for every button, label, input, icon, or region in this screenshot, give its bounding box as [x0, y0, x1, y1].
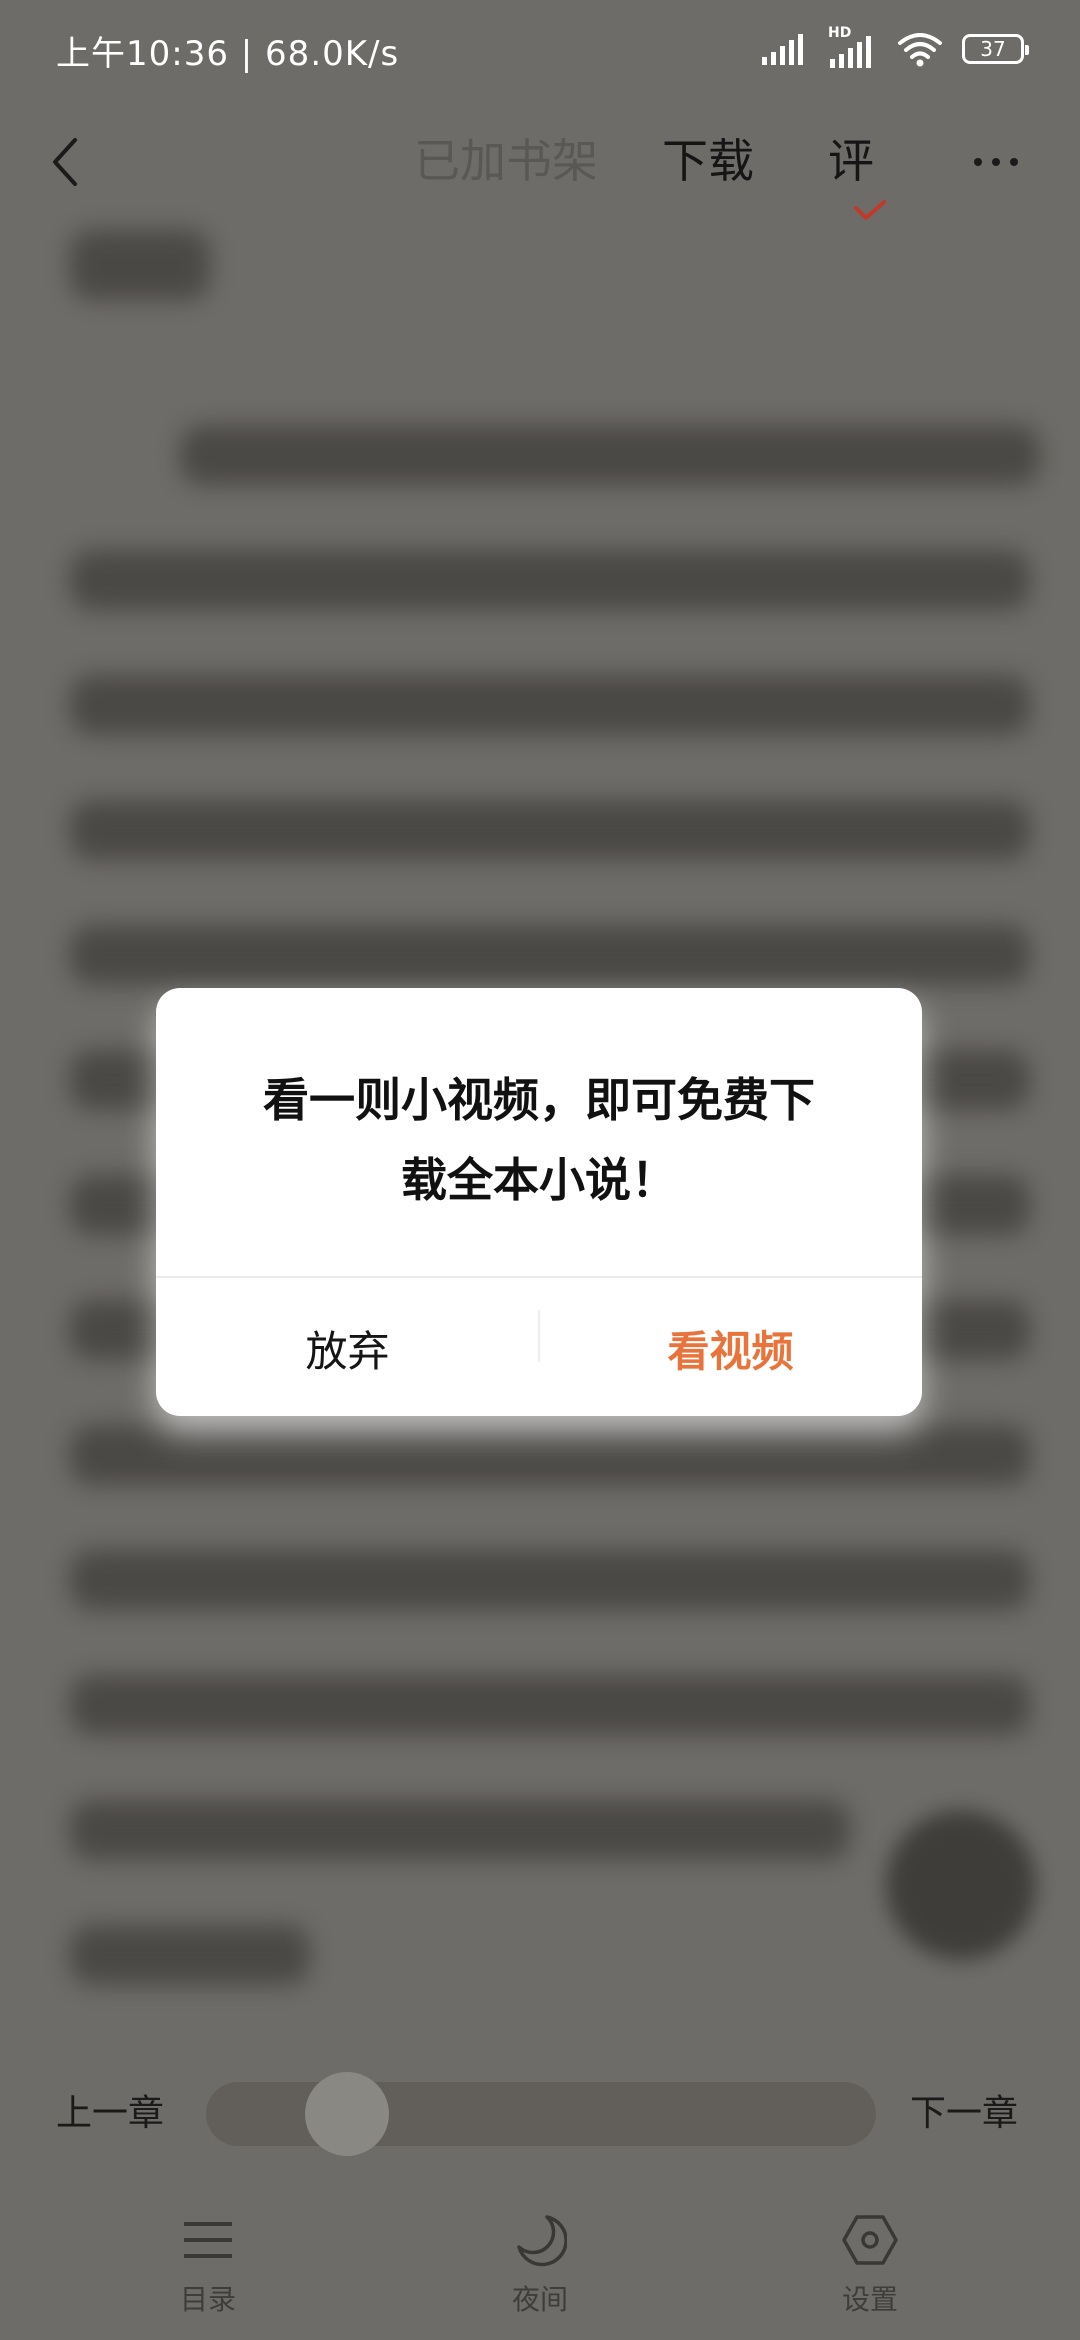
- prev-chapter-button[interactable]: 上一章: [56, 2086, 164, 2142]
- battery-icon: 37: [962, 34, 1029, 64]
- floating-action-button[interactable]: [886, 1810, 1036, 1960]
- dialog-message: 看一则小视频，即可免费下 载全本小说！: [156, 1060, 922, 1220]
- battery-level: 37: [980, 37, 1006, 61]
- toc-button[interactable]: 目录: [108, 2200, 308, 2340]
- chapter-progress-slider[interactable]: [206, 2072, 876, 2156]
- progress-thumb[interactable]: [305, 2072, 389, 2156]
- status-bar: 上午10:36 | 68.0K/s HD 37: [0, 0, 1080, 96]
- wifi-icon: [898, 33, 942, 67]
- added-to-bookshelf-button[interactable]: 已加书架: [414, 126, 598, 196]
- settings-button[interactable]: 设置: [770, 2200, 970, 2340]
- watch-video-button[interactable]: 看视频: [539, 1280, 922, 1416]
- chapter-navigation: 上一章 下一章: [0, 2070, 1080, 2160]
- status-time-speed: 上午10:36 | 68.0K/s: [56, 34, 400, 74]
- night-mode-button[interactable]: 夜间: [440, 2200, 640, 2340]
- status-icons: HD 37: [760, 25, 1029, 72]
- hexagon-settings-icon: [842, 2215, 898, 2265]
- download-dialog: 看一则小视频，即可免费下 载全本小说！ 放弃 看视频: [156, 988, 922, 1416]
- download-button[interactable]: 下载: [662, 126, 754, 196]
- bottom-toolbar: 目录 夜间 设置: [0, 2200, 1080, 2340]
- menu-lines-icon: [184, 2222, 232, 2258]
- hd-signal-icon: HD: [826, 25, 878, 69]
- next-chapter-button[interactable]: 下一章: [910, 2086, 1018, 2142]
- give-up-button[interactable]: 放弃: [156, 1280, 539, 1416]
- reader-screen: 上午10:36 | 68.0K/s HD 37 已加书架 下载 评 看一则小视频…: [0, 0, 1080, 2340]
- review-button[interactable]: 评: [828, 126, 874, 196]
- signal-icon: [762, 34, 803, 65]
- settings-label: 设置: [841, 2283, 898, 2316]
- dialog-message-line-1: 看一则小视频，即可免费下: [263, 1073, 815, 1127]
- night-label: 夜间: [511, 2283, 568, 2316]
- toc-label: 目录: [179, 2283, 236, 2316]
- back-button[interactable]: [30, 124, 100, 200]
- more-dots-icon[interactable]: [956, 130, 1036, 194]
- moon-icon: [517, 2215, 567, 2267]
- chevron-left-icon: [53, 138, 77, 186]
- dialog-message-line-2: 载全本小说！: [401, 1153, 677, 1207]
- dialog-divider: [156, 1276, 922, 1278]
